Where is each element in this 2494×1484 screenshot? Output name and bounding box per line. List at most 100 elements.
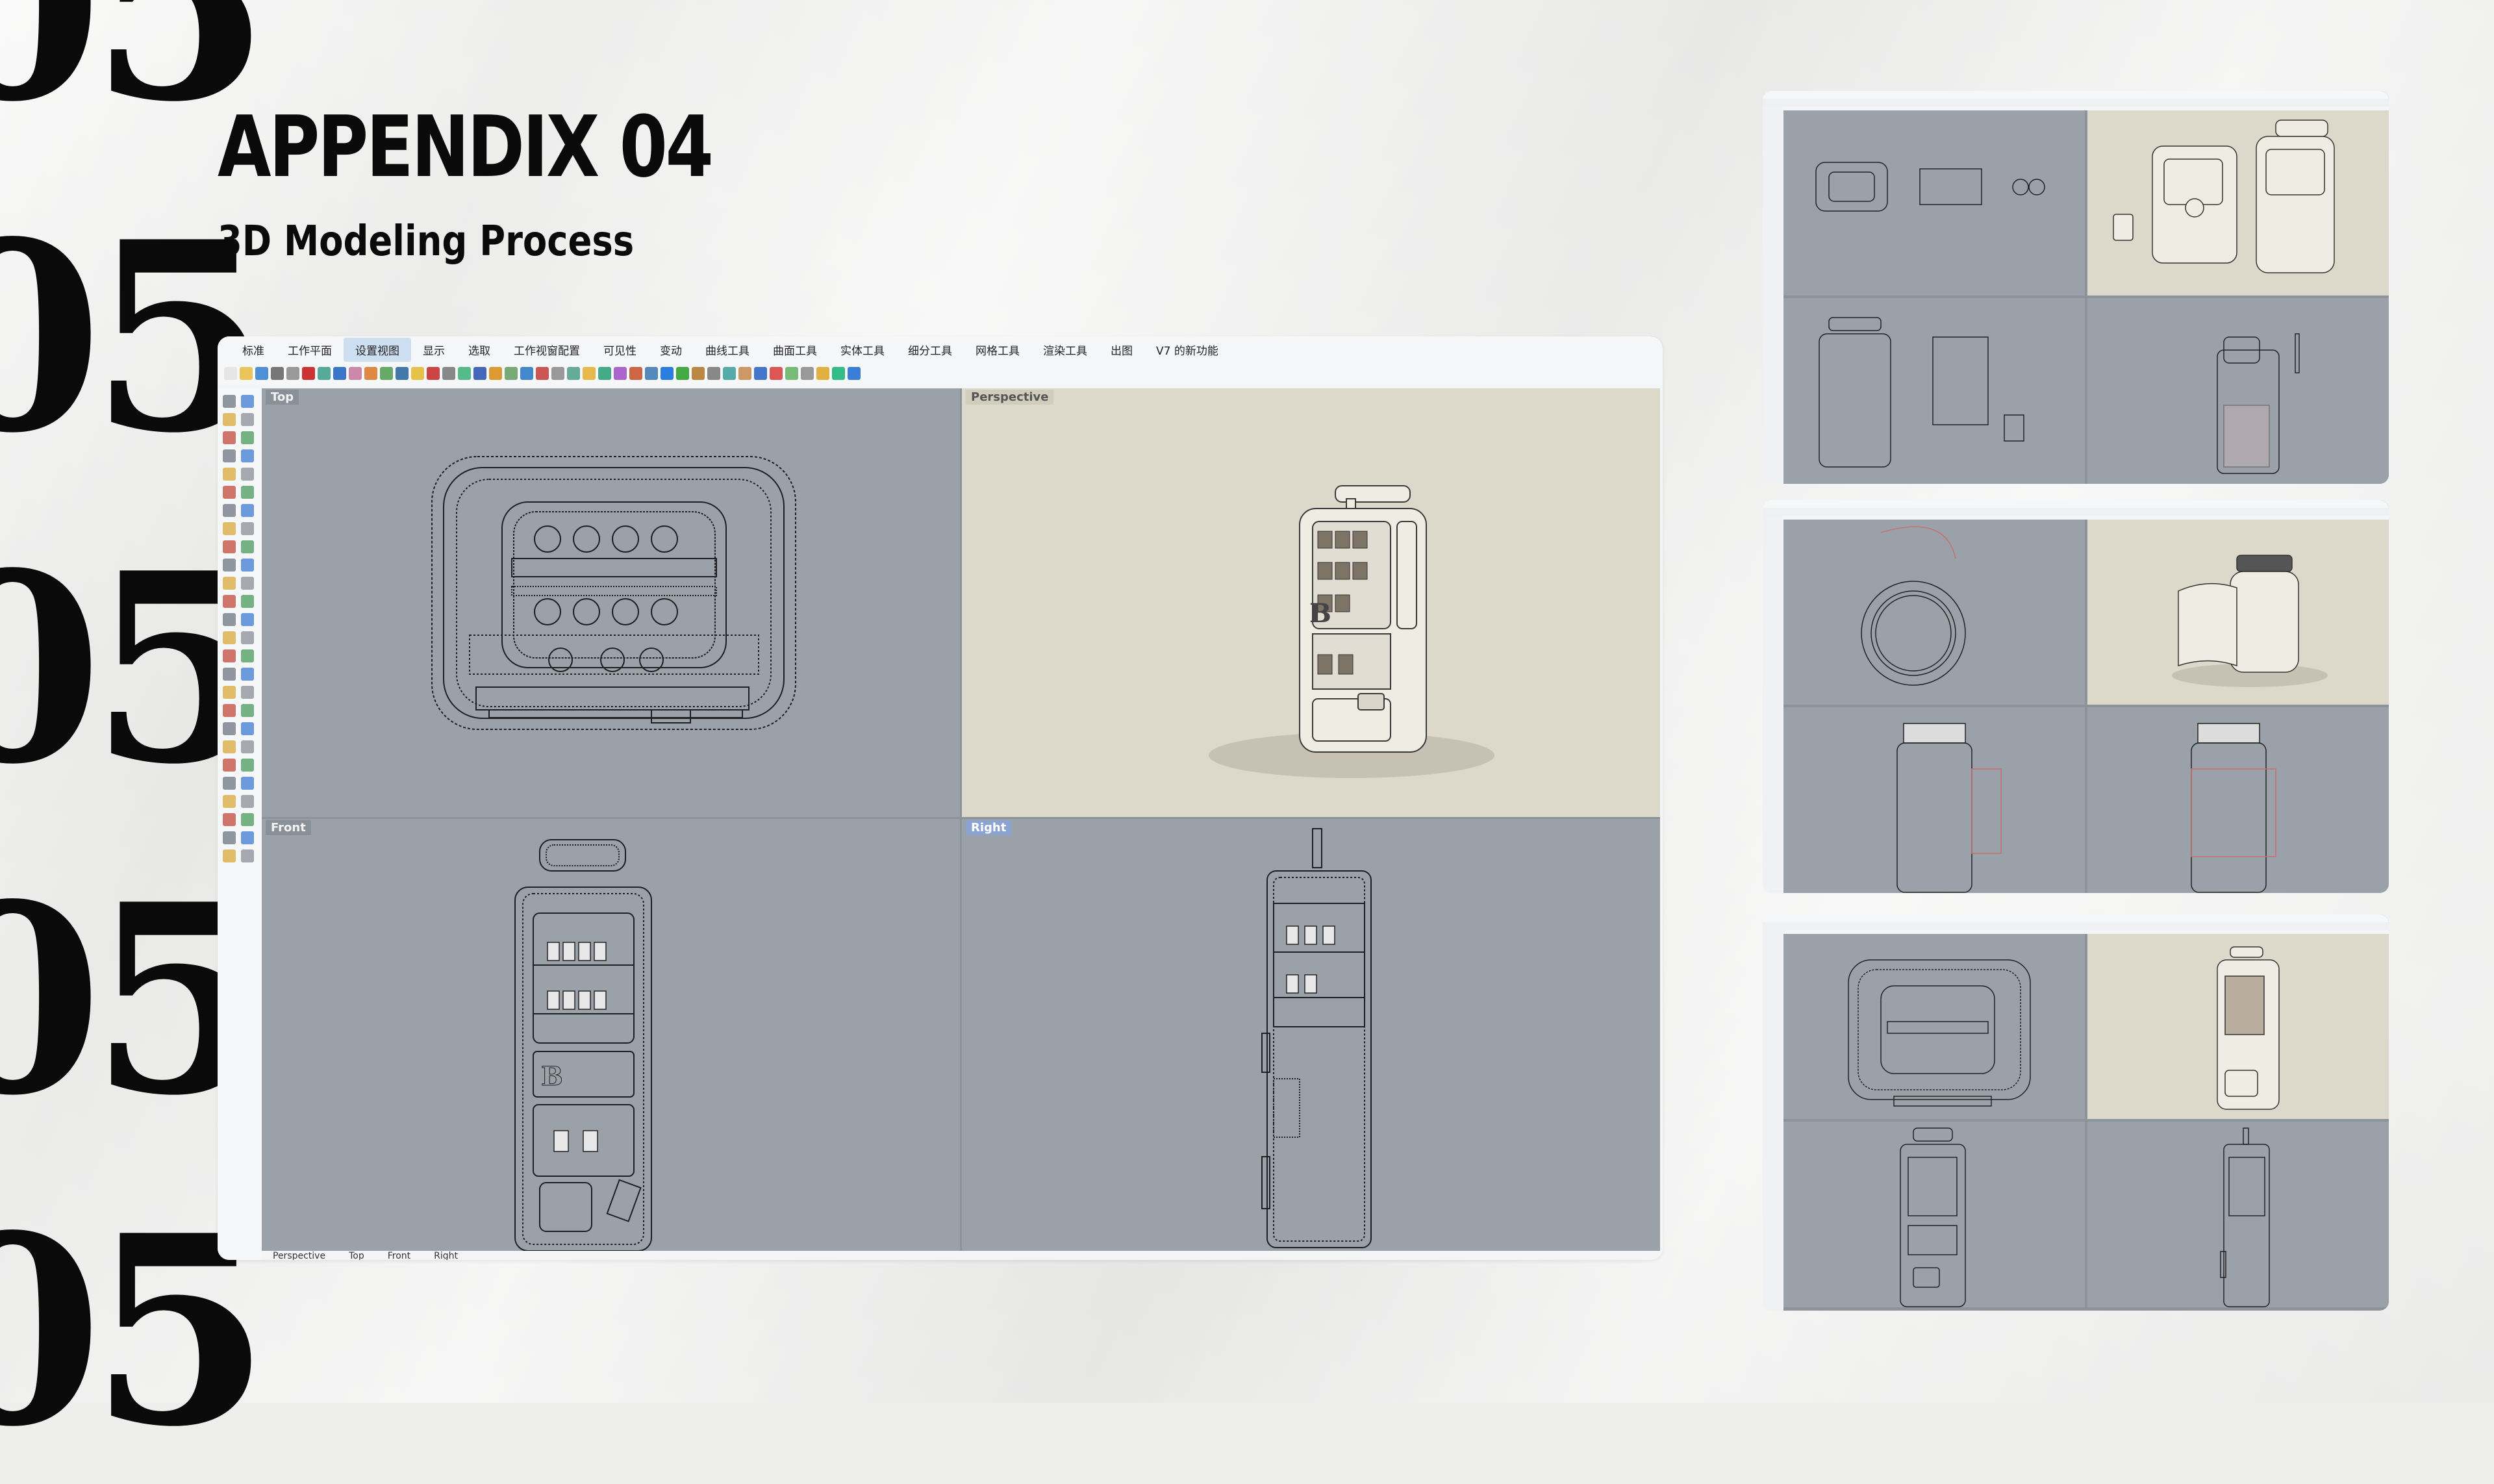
toolbar-tool-icon[interactable] [723, 367, 736, 380]
toolbar-tool-icon[interactable] [396, 367, 409, 380]
side-tool-icon[interactable] [223, 795, 236, 808]
toolbar-tool-icon[interactable] [302, 367, 315, 380]
menu-item[interactable]: 曲线工具 [694, 338, 761, 362]
toolbar-tool-icon[interactable] [692, 367, 705, 380]
tab-right[interactable]: Right [434, 1251, 458, 1260]
side-tool-icon[interactable] [223, 686, 236, 699]
toolbar-tool-icon[interactable] [551, 367, 564, 380]
toolbar-tool-icon[interactable] [676, 367, 689, 380]
tab-perspective[interactable]: Perspective [273, 1251, 325, 1260]
viewport-label-top[interactable]: Top [266, 390, 299, 405]
toolbar-tool-icon[interactable] [255, 367, 268, 380]
side-tool-icon[interactable] [223, 759, 236, 772]
side-tool-icon[interactable] [241, 686, 254, 699]
menu-item[interactable]: 渲染工具 [1031, 338, 1099, 362]
side-tool-icon[interactable] [223, 704, 236, 717]
menu-item[interactable]: 显示 [411, 338, 457, 362]
side-tool-icon[interactable] [241, 595, 254, 608]
side-tool-icon[interactable] [241, 740, 254, 753]
side-tool-icon[interactable] [223, 540, 236, 553]
menu-item[interactable]: 实体工具 [829, 338, 896, 362]
toolbar-tool-icon[interactable] [349, 367, 362, 380]
side-tool-icon[interactable] [241, 431, 254, 444]
side-tool-icon[interactable] [241, 468, 254, 481]
side-tool-icon[interactable] [223, 413, 236, 426]
side-tool-icon[interactable] [241, 631, 254, 644]
menu-item[interactable]: 可见性 [592, 338, 648, 362]
side-tool-icon[interactable] [241, 813, 254, 826]
side-tool-icon[interactable] [223, 595, 236, 608]
toolbar-tool-icon[interactable] [473, 367, 486, 380]
toolbar-tool-icon[interactable] [785, 367, 798, 380]
toolbar-tool-icon[interactable] [629, 367, 642, 380]
menu-item[interactable]: 选取 [457, 338, 502, 362]
menu-item[interactable]: 工作视窗配置 [502, 338, 592, 362]
side-tool-icon[interactable] [241, 849, 254, 862]
side-tool-icon[interactable] [241, 449, 254, 462]
side-tool-icon[interactable] [241, 395, 254, 408]
side-tool-icon[interactable] [241, 722, 254, 735]
side-tool-icon[interactable] [241, 668, 254, 681]
side-tool-icon[interactable] [223, 831, 236, 844]
toolbar-tool-icon[interactable] [286, 367, 299, 380]
side-tool-icon[interactable] [223, 668, 236, 681]
toolbar-tool-icon[interactable] [567, 367, 580, 380]
toolbar-tool-icon[interactable] [427, 367, 440, 380]
side-tool-icon[interactable] [223, 740, 236, 753]
toolbar-tool-icon[interactable] [489, 367, 502, 380]
menu-item[interactable]: 变动 [648, 338, 694, 362]
toolbar-tool-icon[interactable] [536, 367, 549, 380]
side-tool-icon[interactable] [241, 540, 254, 553]
toolbar-tool-icon[interactable] [661, 367, 674, 380]
side-tool-icon[interactable] [241, 777, 254, 790]
side-tool-icon[interactable] [241, 704, 254, 717]
toolbar-tool-icon[interactable] [598, 367, 611, 380]
toolbar-tool-icon[interactable] [816, 367, 829, 380]
menu-item[interactable]: 细分工具 [896, 338, 964, 362]
menu-item[interactable]: 出图 [1099, 338, 1144, 362]
side-tool-icon[interactable] [241, 486, 254, 499]
side-tool-icon[interactable] [241, 759, 254, 772]
toolbar-tool-icon[interactable] [364, 367, 377, 380]
viewport-right[interactable]: Right [962, 819, 1660, 1251]
menu-item[interactable]: 曲面工具 [761, 338, 829, 362]
side-tool-icon[interactable] [223, 504, 236, 517]
menu-item[interactable]: V7 的新功能 [1144, 338, 1230, 362]
viewport-label-perspective[interactable]: Perspective [966, 390, 1054, 405]
tab-top[interactable]: Top [349, 1251, 364, 1260]
toolbar-tool-icon[interactable] [411, 367, 424, 380]
toolbar-tool-icon[interactable] [770, 367, 783, 380]
side-tool-icon[interactable] [241, 795, 254, 808]
toolbar-tool-icon[interactable] [583, 367, 596, 380]
toolbar-tool-icon[interactable] [333, 367, 346, 380]
side-tool-icon[interactable] [241, 613, 254, 626]
toolbar-tool-icon[interactable] [848, 367, 861, 380]
toolbar-tool-icon[interactable] [224, 367, 237, 380]
toolbar-tool-icon[interactable] [505, 367, 518, 380]
toolbar-tool-icon[interactable] [520, 367, 533, 380]
side-tool-icon[interactable] [223, 649, 236, 662]
side-tool-icon[interactable] [241, 649, 254, 662]
side-tool-icon[interactable] [223, 522, 236, 535]
viewport-top[interactable]: Top [262, 388, 960, 817]
toolbar-tool-icon[interactable] [738, 367, 751, 380]
toolbar-tool-icon[interactable] [801, 367, 814, 380]
side-tool-icon[interactable] [223, 395, 236, 408]
viewport-label-right[interactable]: Right [966, 820, 1012, 835]
side-tool-icon[interactable] [241, 522, 254, 535]
side-tool-icon[interactable] [223, 559, 236, 572]
toolbar-tool-icon[interactable] [832, 367, 845, 380]
side-tool-icon[interactable] [223, 777, 236, 790]
menu-item[interactable]: 标准 [231, 338, 276, 362]
toolbar-tool-icon[interactable] [707, 367, 720, 380]
toolbar-tool-icon[interactable] [614, 367, 627, 380]
toolbar-tool-icon[interactable] [645, 367, 658, 380]
side-tool-icon[interactable] [241, 831, 254, 844]
toolbar-tool-icon[interactable] [458, 367, 471, 380]
toolbar-tool-icon[interactable] [240, 367, 253, 380]
viewport-perspective[interactable]: B Perspective [962, 388, 1660, 817]
toolbar-tool-icon[interactable] [271, 367, 284, 380]
toolbar-tool-icon[interactable] [380, 367, 393, 380]
side-tool-icon[interactable] [223, 631, 236, 644]
toolbar-tool-icon[interactable] [754, 367, 767, 380]
